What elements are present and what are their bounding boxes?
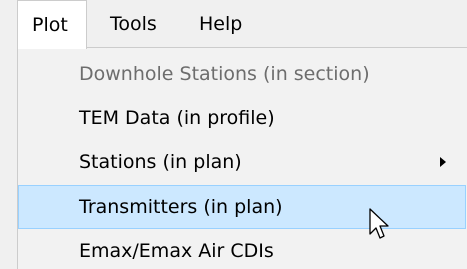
app-window: Plot Tools Help Downhole Stations (in se… xyxy=(0,0,467,269)
menu-item-stations[interactable]: Stations (in plan) xyxy=(18,140,466,184)
menu-help[interactable]: Help xyxy=(199,0,242,48)
menu-item-tem-data[interactable]: TEM Data (in profile) xyxy=(18,96,466,140)
submenu-arrow-icon xyxy=(440,157,446,167)
menu-tools-label: Tools xyxy=(110,13,157,35)
menu-help-label: Help xyxy=(199,13,243,35)
plot-dropdown-menu: Downhole Stations (in section) TEM Data … xyxy=(17,47,467,269)
menu-item-transmitters[interactable]: Transmitters (in plan) xyxy=(18,185,466,229)
menu-item-label: Transmitters (in plan) xyxy=(79,196,283,218)
menu-bar: Plot Tools Help xyxy=(0,0,467,49)
menu-plot[interactable]: Plot xyxy=(17,0,87,49)
menu-item-label: Stations (in plan) xyxy=(79,151,242,173)
menu-plot-label: Plot xyxy=(32,14,68,36)
mouse-pointer-icon xyxy=(369,208,389,239)
menu-item-downhole-stations: Downhole Stations (in section) xyxy=(18,52,466,96)
menu-item-label: Emax/Emax Air CDIs xyxy=(79,240,274,262)
menu-item-label: TEM Data (in profile) xyxy=(79,107,275,129)
menu-item-emax-cdis[interactable]: Emax/Emax Air CDIs xyxy=(18,229,466,269)
menu-tools[interactable]: Tools xyxy=(110,0,157,48)
menu-item-label: Downhole Stations (in section) xyxy=(79,63,370,85)
